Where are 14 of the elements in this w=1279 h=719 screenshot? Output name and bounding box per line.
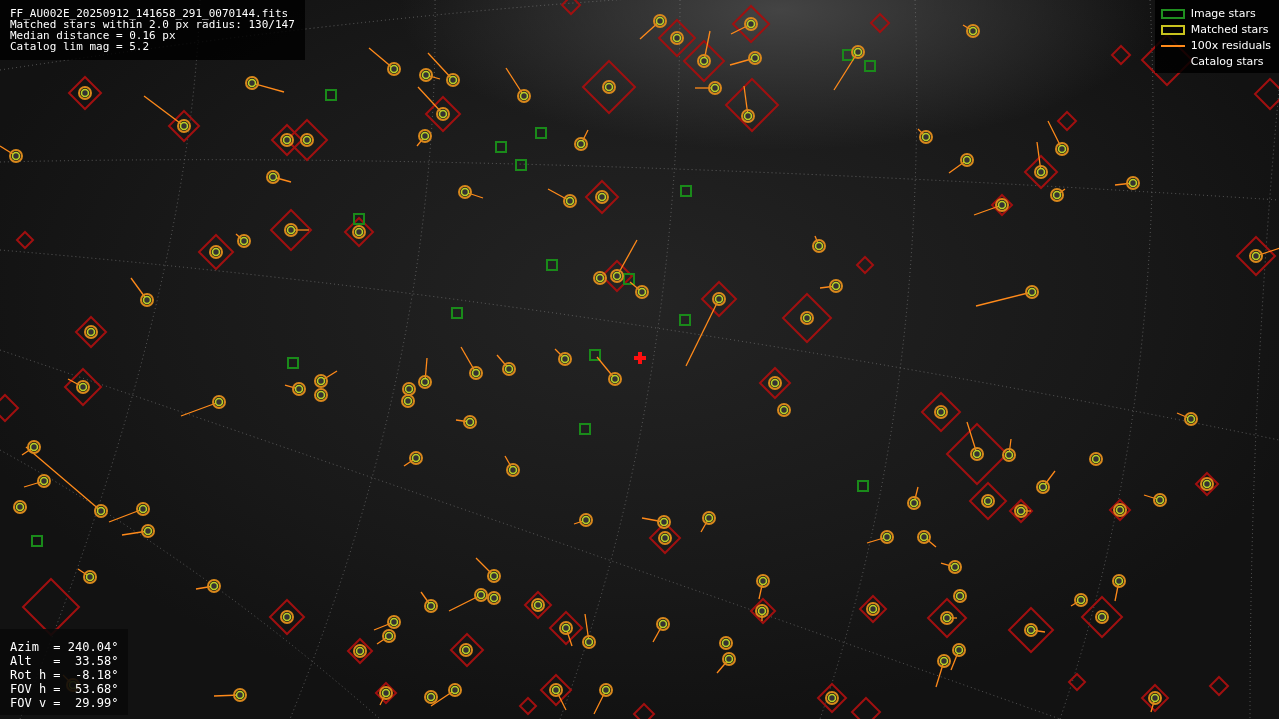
crosshair-icon (634, 352, 646, 364)
pointing-text: FOV v = 29.99° (10, 697, 119, 709)
info-text: Matched stars within 2.0 px radius: 130/147 (10, 19, 295, 30)
info-text: Median distance = 0.16 px (10, 30, 176, 41)
legend-label: 100x residuals (1190, 39, 1271, 52)
pointing-text: Rot h = -8.18° (10, 669, 119, 681)
pointing-text: FOV h = 53.68° (10, 683, 119, 695)
info-text: Catalog lim mag = 5.2 (10, 41, 151, 52)
legend-label: Catalog stars (1190, 55, 1264, 68)
legend-label: Matched stars (1190, 23, 1269, 36)
legend-label: Image stars (1190, 7, 1256, 20)
info-text: FF_AU002E_20250912_141658_291_0070144.fits (10, 8, 290, 19)
pointing-text: Alt = 33.58° (10, 655, 119, 667)
pointing-text: Azim = 240.04° (10, 641, 119, 653)
